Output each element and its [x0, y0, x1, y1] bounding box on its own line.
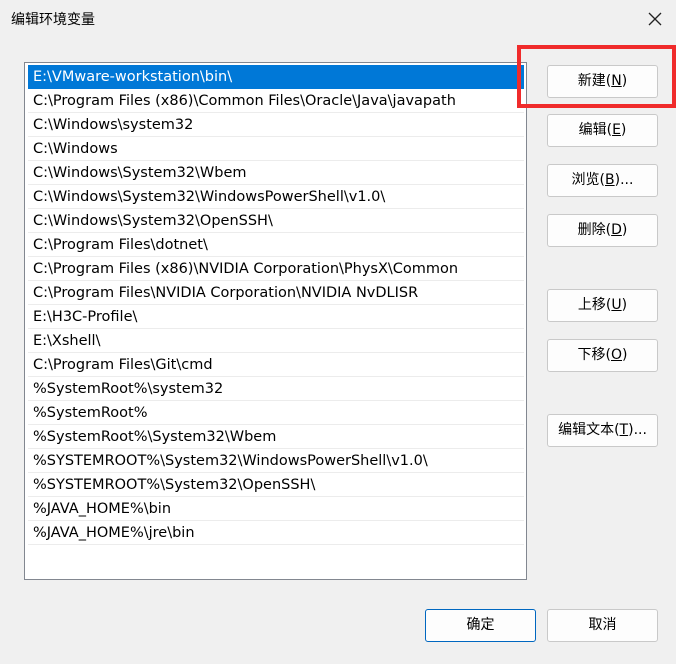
cancel-button[interactable]: 取消 [547, 609, 658, 642]
list-item[interactable]: C:\Windows\system32 [28, 113, 524, 137]
browse-button-label-end: )... [614, 172, 634, 188]
list-item[interactable]: E:\VMware-workstation\bin\ [28, 65, 524, 89]
browse-button-label: 浏览( [571, 172, 606, 188]
move-up-button-label: 上移( [577, 297, 612, 313]
ok-button[interactable]: 确定 [425, 609, 536, 642]
move-up-button-label-end: ) [621, 297, 628, 313]
list-item[interactable]: %SystemRoot%\system32 [28, 377, 524, 401]
move-down-button-label: 下移( [577, 347, 611, 363]
browse-button-accesskey: B [605, 172, 615, 188]
delete-button-label-end: ) [621, 222, 628, 238]
delete-button[interactable]: 删除(D) [547, 214, 658, 247]
new-button-label: 新建( [577, 73, 612, 89]
list-item[interactable]: C:\Program Files\dotnet\ [28, 233, 524, 257]
list-item[interactable]: C:\Program Files\Git\cmd [28, 353, 524, 377]
edit-text-button-label-end: )... [628, 422, 647, 438]
list-item[interactable]: C:\Program Files\NVIDIA Corporation\NVID… [28, 281, 524, 305]
window-title: 编辑环境变量 [11, 12, 95, 28]
move-down-button[interactable]: 下移(O) [547, 339, 658, 372]
list-item[interactable]: %SystemRoot%\System32\Wbem [28, 425, 524, 449]
list-item[interactable]: C:\Windows\System32\WindowsPowerShell\v1… [28, 185, 524, 209]
list-item[interactable]: C:\Windows\System32\OpenSSH\ [28, 209, 524, 233]
list-item[interactable]: C:\Windows [28, 137, 524, 161]
edit-text-button-accesskey: T [619, 422, 629, 438]
close-button[interactable] [642, 6, 668, 32]
move-up-button-accesskey: U [611, 297, 622, 313]
edit-button[interactable]: 编辑(E) [547, 114, 658, 147]
title-bar: 编辑环境变量 [0, 0, 676, 40]
list-item[interactable]: C:\Program Files (x86)\NVIDIA Corporatio… [28, 257, 524, 281]
edit-button-accesskey: E [612, 122, 621, 138]
delete-button-label: 删除( [577, 222, 612, 238]
path-list[interactable]: E:\VMware-workstation\bin\ C:\Program Fil… [24, 62, 527, 580]
new-button-label-end: ) [621, 73, 628, 89]
new-button[interactable]: 新建(N) [547, 65, 658, 98]
delete-button-accesskey: D [611, 222, 622, 238]
list-item[interactable]: C:\Program Files (x86)\Common Files\Orac… [28, 89, 524, 113]
list-item[interactable]: %JAVA_HOME%\bin [28, 497, 524, 521]
edit-text-button-label: 编辑文本( [558, 422, 620, 438]
list-item[interactable]: E:\H3C-Profile\ [28, 305, 524, 329]
close-icon [648, 12, 662, 26]
list-item[interactable]: %SystemRoot% [28, 401, 524, 425]
list-item[interactable]: C:\Windows\System32\Wbem [28, 161, 524, 185]
move-up-button[interactable]: 上移(U) [547, 289, 658, 322]
list-item[interactable]: %JAVA_HOME%\jre\bin [28, 521, 524, 545]
edit-button-label-end: ) [620, 122, 627, 138]
list-item[interactable]: %SYSTEMROOT%\System32\OpenSSH\ [28, 473, 524, 497]
move-down-button-accesskey: O [610, 347, 623, 363]
list-item[interactable]: %SYSTEMROOT%\System32\WindowsPowerShell\… [28, 449, 524, 473]
edit-button-label: 编辑( [578, 122, 613, 138]
edit-text-button[interactable]: 编辑文本(T)... [547, 414, 658, 447]
new-button-accesskey: N [611, 73, 622, 89]
browse-button[interactable]: 浏览(B)... [547, 164, 658, 197]
list-item[interactable]: E:\Xshell\ [28, 329, 524, 353]
move-down-button-label-end: ) [622, 347, 628, 363]
